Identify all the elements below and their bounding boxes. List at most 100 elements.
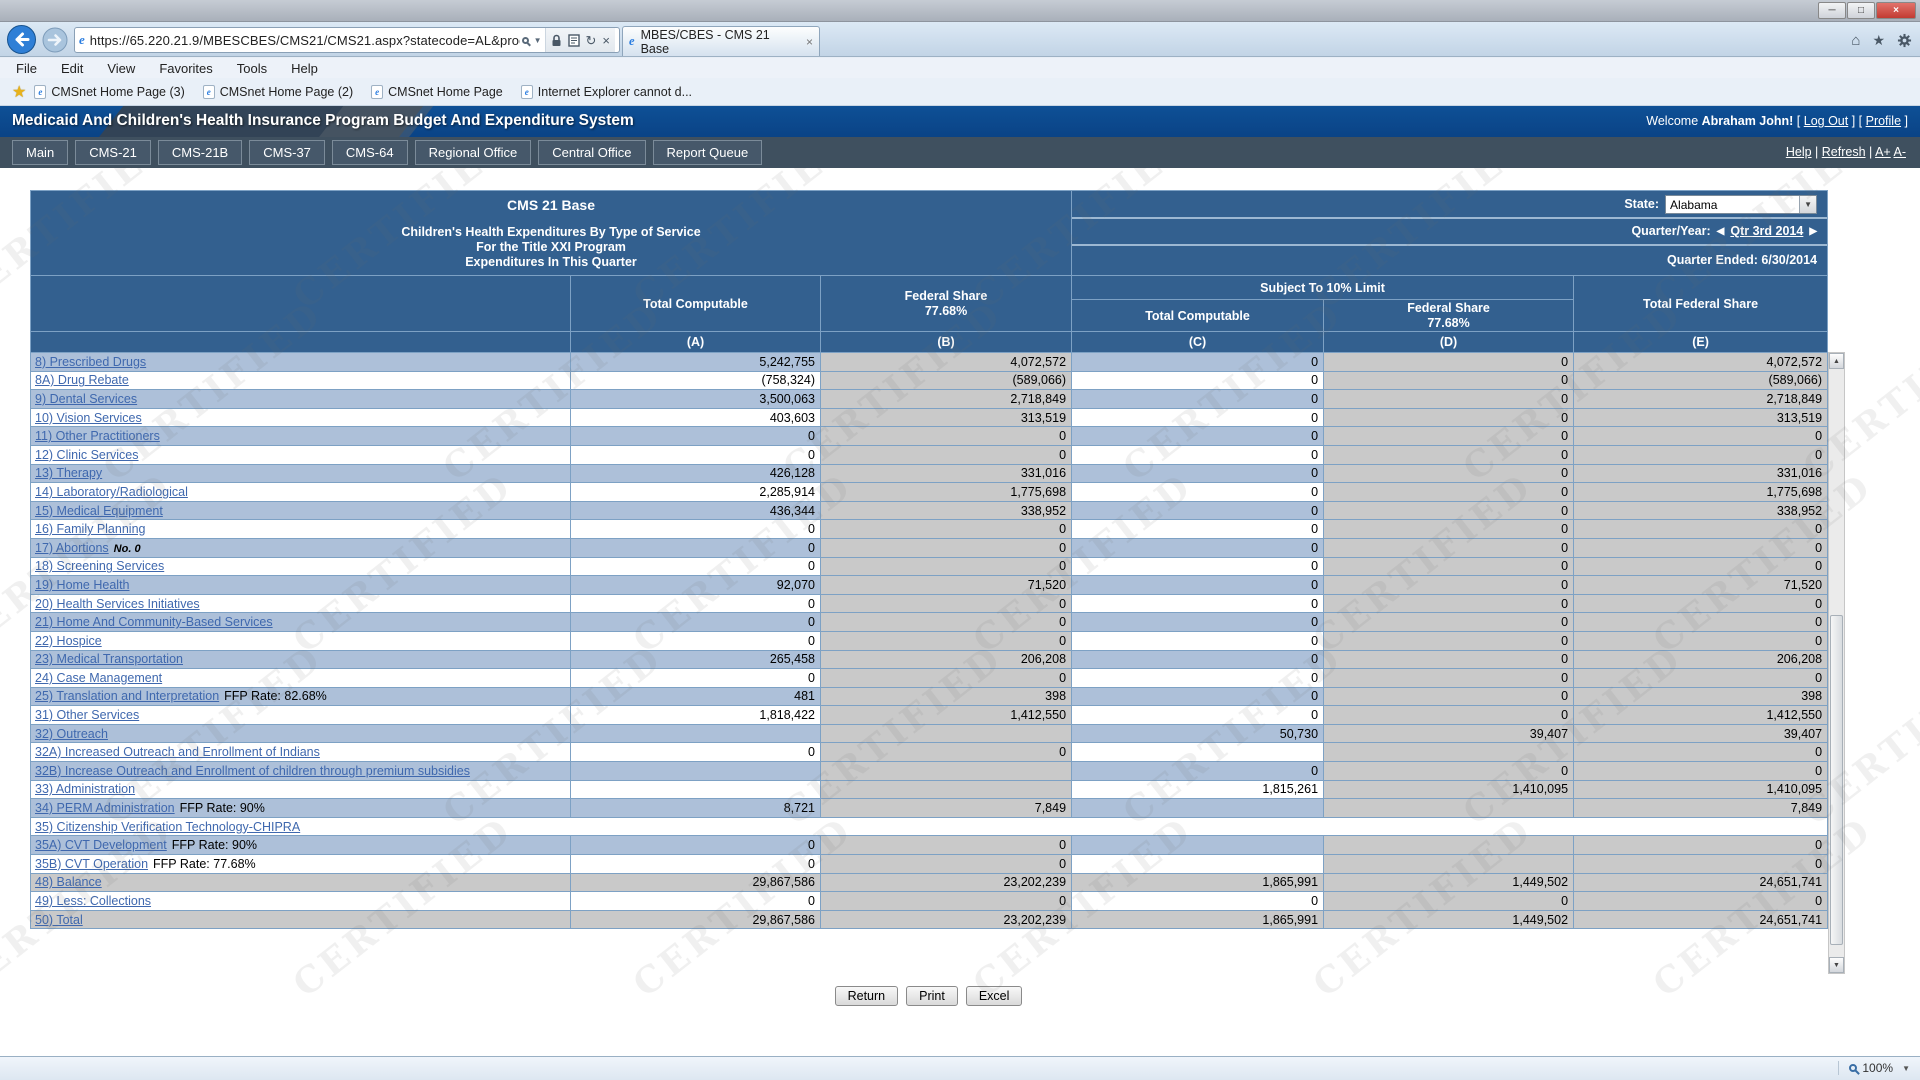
search-icon[interactable] xyxy=(522,37,529,44)
row-link[interactable]: 20) Health Services Initiatives xyxy=(35,597,200,611)
cell-d: 0 xyxy=(1324,464,1574,483)
nav-item-cms-21b[interactable]: CMS-21B xyxy=(158,140,242,165)
browser-tab[interactable]: e MBES/CBES - CMS 21 Base × xyxy=(622,26,820,56)
row-link[interactable]: 16) Family Planning xyxy=(35,522,145,536)
row-link[interactable]: 33) Administration xyxy=(35,782,135,796)
table-row: 17) AbortionsNo. 000000 xyxy=(31,538,1828,557)
row-link[interactable]: 19) Home Health xyxy=(35,578,130,592)
favorite-link[interactable]: eCMSnet Home Page (3) xyxy=(34,85,184,99)
compatibility-view-icon[interactable] xyxy=(568,34,580,47)
row-link[interactable]: 32A) Increased Outreach and Enrollment o… xyxy=(35,745,320,759)
cell-c: 0 xyxy=(1072,576,1324,595)
window-maximize-button[interactable]: □ xyxy=(1847,2,1875,19)
row-link[interactable]: 49) Less: Collections xyxy=(35,894,151,908)
menu-view[interactable]: View xyxy=(107,61,135,76)
home-icon[interactable]: ⌂ xyxy=(1851,32,1860,49)
cell-c: 0 xyxy=(1072,501,1324,520)
row-link[interactable]: 17) Abortions xyxy=(35,541,109,555)
menu-file[interactable]: File xyxy=(16,61,37,76)
table-row: 16) Family Planning00000 xyxy=(31,520,1828,539)
row-link[interactable]: 12) Clinic Services xyxy=(35,448,139,462)
row-link[interactable]: 23) Medical Transportation xyxy=(35,652,183,666)
row-link[interactable]: 22) Hospice xyxy=(35,634,102,648)
logout-link[interactable]: Log Out xyxy=(1804,114,1848,128)
cell-d: 0 xyxy=(1324,594,1574,613)
favorite-link[interactable]: eInternet Explorer cannot d... xyxy=(521,85,692,99)
profile-link[interactable]: Profile xyxy=(1866,114,1901,128)
favorites-bar: ★ eCMSnet Home Page (3) eCMSnet Home Page… xyxy=(0,78,1920,106)
row-link[interactable]: 21) Home And Community-Based Services xyxy=(35,615,273,629)
scroll-down-icon[interactable]: ▼ xyxy=(1829,957,1844,973)
url-bar[interactable]: e https://65.220.21.9/MBESCBES/CMS21/CMS… xyxy=(74,27,620,53)
favorites-star-icon[interactable]: ★ xyxy=(1872,32,1885,49)
row-link[interactable]: 32) Outreach xyxy=(35,727,108,741)
window-minimize-button[interactable]: ─ xyxy=(1818,2,1846,19)
row-link[interactable]: 10) Vision Services xyxy=(35,411,142,425)
return-button[interactable]: Return xyxy=(835,986,899,1006)
nav-link-a-[interactable]: A- xyxy=(1894,145,1907,159)
menu-edit[interactable]: Edit xyxy=(61,61,83,76)
row-link[interactable]: 24) Case Management xyxy=(35,671,162,685)
row-link[interactable]: 25) Translation and Interpretation xyxy=(35,689,219,703)
row-link[interactable]: 35B) CVT Operation xyxy=(35,857,148,871)
table-scrollbar[interactable]: ▲ ▼ xyxy=(1828,352,1845,974)
nav-link-refresh[interactable]: Refresh xyxy=(1822,145,1866,159)
row-link[interactable]: 31) Other Services xyxy=(35,708,139,722)
menu-favorites[interactable]: Favorites xyxy=(159,61,212,76)
favorite-link[interactable]: eCMSnet Home Page (2) xyxy=(203,85,353,99)
row-link[interactable]: 18) Screening Services xyxy=(35,559,164,573)
nav-link-help[interactable]: Help xyxy=(1786,145,1812,159)
row-link[interactable]: 11) Other Practitioners xyxy=(35,429,160,443)
state-select-dropdown-icon[interactable]: ▼ xyxy=(1799,196,1816,213)
quarter-next-icon[interactable]: ▶ xyxy=(1809,226,1817,237)
row-link[interactable]: 35) Citizenship Verification Technology-… xyxy=(35,820,300,834)
cell-d: 0 xyxy=(1324,892,1574,911)
row-link[interactable]: 50) Total xyxy=(35,913,83,927)
column-header-a: Total Computable xyxy=(571,276,821,332)
nav-item-report-queue[interactable]: Report Queue xyxy=(653,140,763,165)
nav-item-cms-64[interactable]: CMS-64 xyxy=(332,140,408,165)
forward-button[interactable] xyxy=(42,27,68,53)
row-link[interactable]: 14) Laboratory/Radiological xyxy=(35,485,188,499)
row-link[interactable]: 48) Balance xyxy=(35,875,102,889)
gear-icon[interactable] xyxy=(1897,33,1912,48)
add-favorites-icon[interactable]: ★ xyxy=(12,82,26,102)
menu-help[interactable]: Help xyxy=(291,61,318,76)
row-label-cell: 19) Home Health xyxy=(31,576,571,595)
row-link[interactable]: 8A) Drug Rebate xyxy=(35,373,129,387)
window-close-button[interactable]: × xyxy=(1876,2,1916,19)
zoom-dropdown-icon[interactable]: ▼ xyxy=(1902,1064,1910,1073)
nav-item-regional-office[interactable]: Regional Office xyxy=(415,140,532,165)
nav-item-cms-37[interactable]: CMS-37 xyxy=(249,140,325,165)
refresh-icon[interactable]: ↻ xyxy=(586,34,597,47)
row-link[interactable]: 32B) Increase Outreach and Enrollment of… xyxy=(35,764,470,778)
nav-item-central-office[interactable]: Central Office xyxy=(538,140,645,165)
cell-d: 0 xyxy=(1324,427,1574,446)
zoom-control[interactable]: 100% ▼ xyxy=(1838,1061,1910,1075)
nav-item-main[interactable]: Main xyxy=(12,140,68,165)
quarter-prev-icon[interactable]: ◀ xyxy=(1717,226,1725,237)
row-link[interactable]: 34) PERM Administration xyxy=(35,801,175,815)
row-link[interactable]: 9) Dental Services xyxy=(35,392,137,406)
row-link[interactable]: 35A) CVT Development xyxy=(35,838,167,852)
nav-item-cms-21[interactable]: CMS-21 xyxy=(75,140,151,165)
back-button[interactable] xyxy=(6,24,37,55)
favorite-link[interactable]: eCMSnet Home Page xyxy=(371,85,503,99)
stop-icon[interactable]: × xyxy=(602,34,610,47)
tab-close-icon[interactable]: × xyxy=(806,35,813,49)
row-link[interactable]: 15) Medical Equipment xyxy=(35,504,163,518)
print-button[interactable]: Print xyxy=(906,986,958,1006)
cell-e: 331,016 xyxy=(1574,464,1828,483)
search-dropdown-icon[interactable]: ▼ xyxy=(534,36,542,45)
menu-tools[interactable]: Tools xyxy=(237,61,267,76)
state-select[interactable]: Alabama ▼ xyxy=(1665,195,1817,214)
row-link[interactable]: 8) Prescribed Drugs xyxy=(35,355,146,369)
quarter-value-link[interactable]: Qtr 3rd 2014 xyxy=(1730,224,1803,238)
scrollbar-thumb[interactable] xyxy=(1830,615,1843,945)
row-link[interactable]: 13) Therapy xyxy=(35,466,102,480)
nav-link-a-[interactable]: A+ xyxy=(1875,145,1891,159)
scroll-up-icon[interactable]: ▲ xyxy=(1829,353,1844,369)
excel-button[interactable]: Excel xyxy=(966,986,1023,1006)
cell-e: 0 xyxy=(1574,762,1828,781)
cell-b: 0 xyxy=(821,538,1072,557)
